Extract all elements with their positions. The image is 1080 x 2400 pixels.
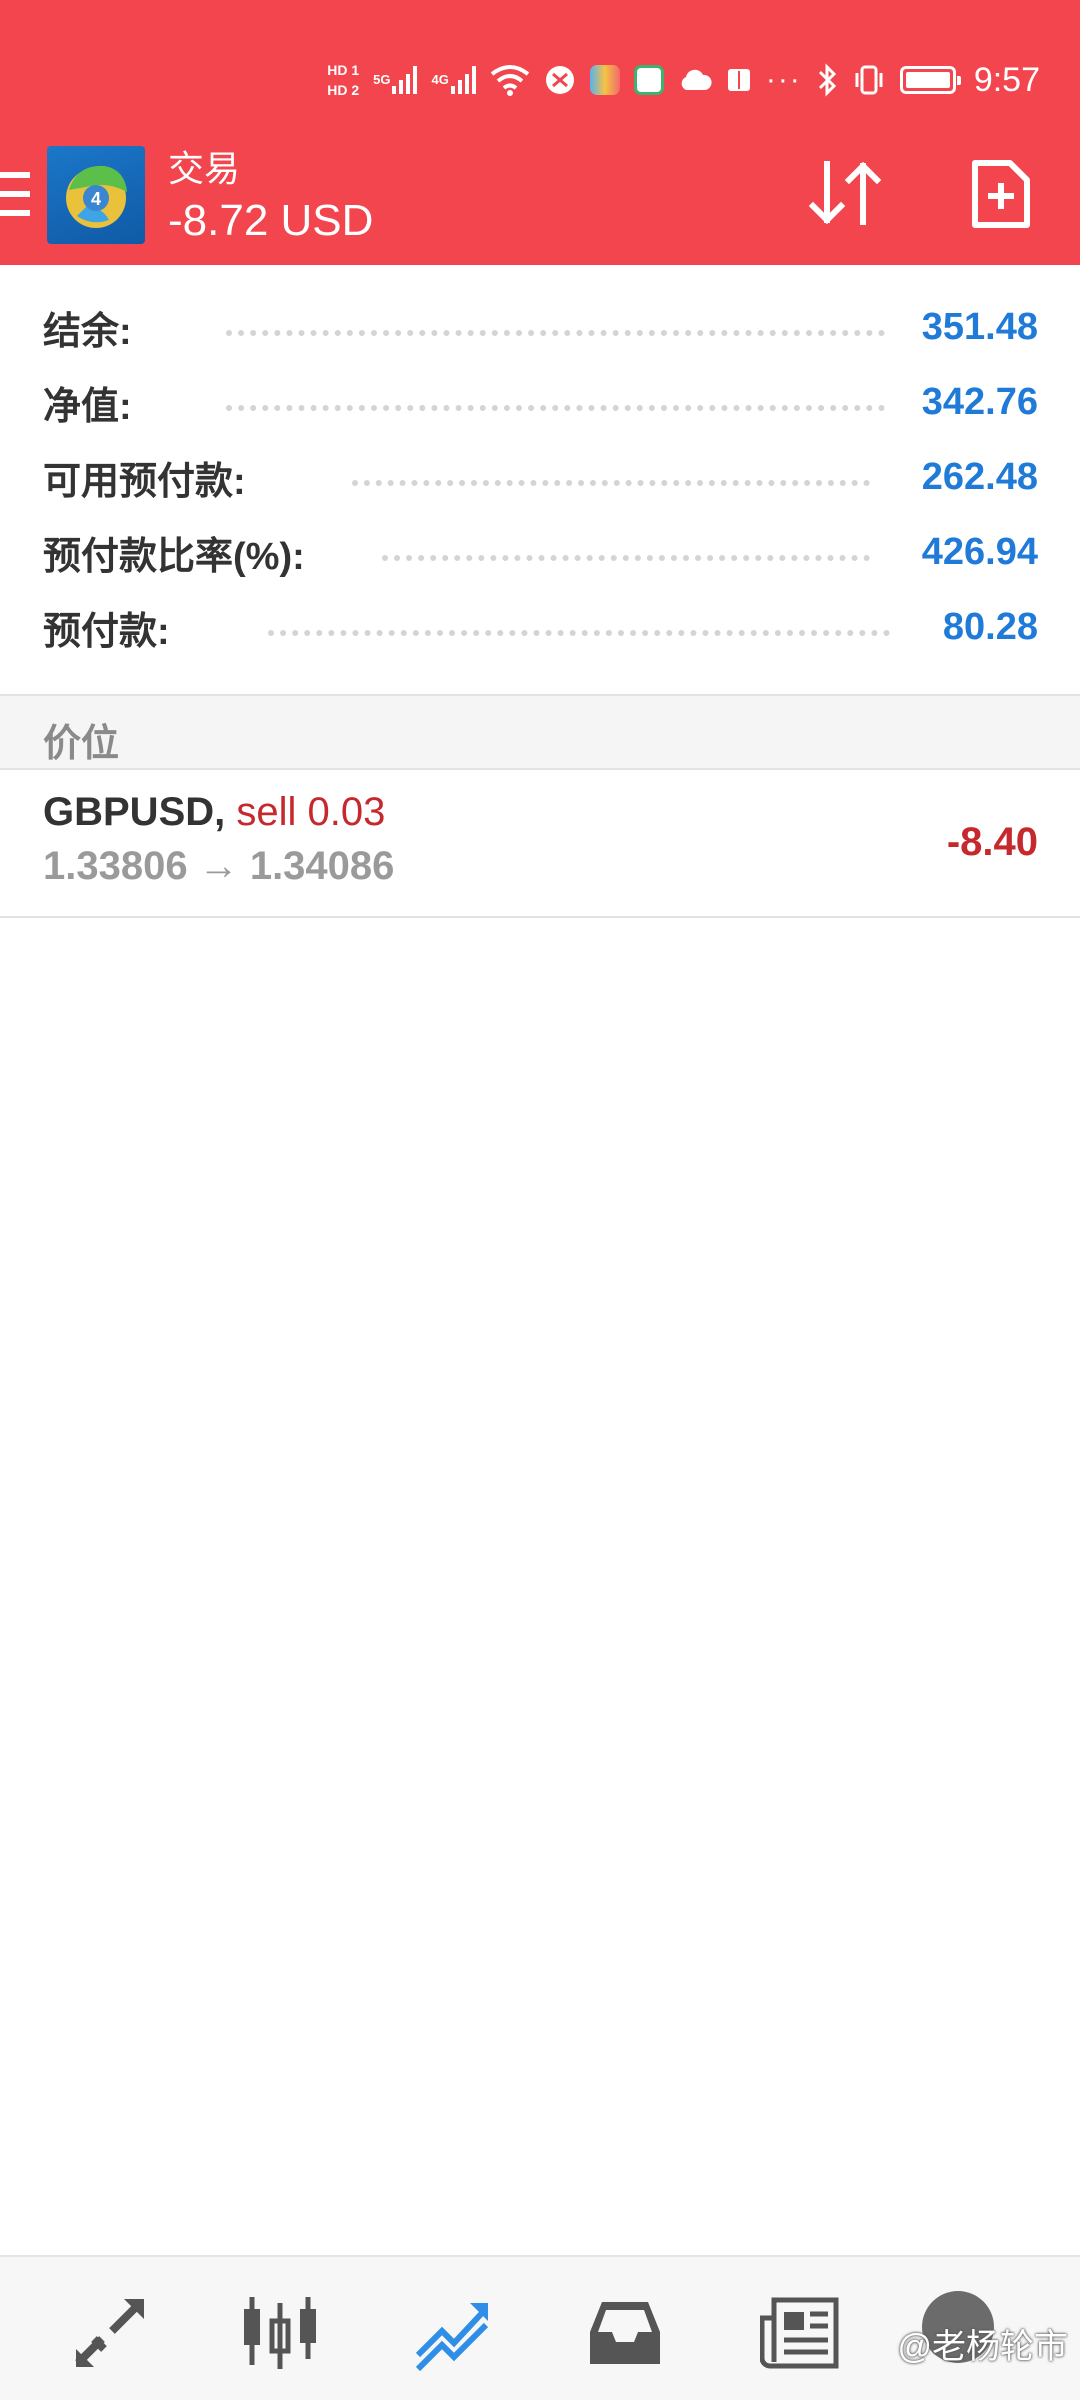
sim1-indicator: HD 1 [327,62,360,78]
svg-text:4: 4 [91,189,101,209]
mt4-logo: 4 [47,146,145,244]
book-icon [726,66,752,94]
dotted-leader [268,630,890,636]
vibrate-icon [852,64,886,96]
position-side-volume: sell 0.03 [236,790,386,834]
dotted-leader [382,555,870,561]
status-time: 9:57 [973,60,1040,99]
sim-indicators: HD 1 HD 2 [327,62,359,98]
news-icon [760,2297,839,2369]
account-summary: 结余: 351.48 净值: 342.76 可用预付款: 262.48 预付款比… [0,290,1080,665]
menu-button[interactable] [0,172,30,216]
margin-level-label: 预付款比率(%): [43,536,305,578]
bluetooth-icon [816,63,838,97]
margin-value: 80.28 [942,606,1038,648]
bottom-navigation: @老杨轮市 [0,2255,1080,2400]
floating-profit: -8.72 USD [168,196,374,245]
trade-icon [415,2303,489,2371]
sim2-indicator: HD 2 [327,82,360,98]
signal-5g-icon: 5G [373,66,418,94]
more-notifications-icon: ··· [765,63,802,96]
history-icon [590,2302,660,2364]
app-notification-icon [589,65,620,95]
quotes-icon [75,2299,144,2367]
margin-level-value: 426.94 [921,531,1038,573]
margin-label: 预付款: [43,611,170,653]
nav-history[interactable] [585,2293,665,2373]
dotted-leader [352,480,870,486]
nav-chart[interactable] [240,2293,320,2373]
position-symbol-line: GBPUSD, sell 0.03 [43,790,385,835]
equity-value: 342.76 [921,381,1038,423]
position-prices: 1.33806 → 1.34086 [43,844,395,888]
screen-title: 交易 [168,148,241,189]
dotted-leader [226,405,885,411]
dotted-leader [226,330,885,336]
signal-4g-icon: 4G [431,66,476,94]
top-app-bar: HD 1 HD 2 5G 4G ··· 9:57 4 交易 -8.72 USD [0,0,1080,265]
app-notification-icon [544,64,576,96]
free-margin-value: 262.48 [921,456,1038,498]
nav-trade[interactable] [412,2293,492,2373]
balance-label: 结余: [43,311,132,353]
watermark: @老杨轮市 [897,2328,1068,2366]
new-order-button[interactable] [970,158,1032,230]
app-notification-icon [633,65,664,95]
wifi-icon [490,64,530,96]
nav-quotes[interactable] [70,2293,150,2373]
summary-row-margin-level: 预付款比率(%): 426.94 [0,515,1080,590]
position-row[interactable]: GBPUSD, sell 0.03 1.33806 → 1.34086 -8.4… [0,770,1080,918]
cloud-icon [678,68,712,92]
free-margin-label: 可用预付款: [43,461,246,503]
balance-value: 351.48 [921,306,1038,348]
position-symbol: GBPUSD, [43,790,226,834]
summary-row-equity: 净值: 342.76 [0,365,1080,440]
chart-icon [244,2297,316,2369]
section-header-label: 价位 [43,723,120,765]
status-bar: HD 1 HD 2 5G 4G ··· 9:57 [327,48,1080,112]
summary-row-balance: 结余: 351.48 [0,290,1080,365]
nav-news[interactable] [760,2293,840,2373]
sort-button[interactable] [805,158,885,228]
battery-icon [899,66,961,94]
summary-row-free-margin: 可用预付款: 262.48 [0,440,1080,515]
positions-section-header: 价位 [0,694,1080,770]
position-profit: -8.40 [946,820,1038,864]
summary-row-margin: 预付款: 80.28 [0,590,1080,665]
equity-label: 净值: [43,386,132,428]
